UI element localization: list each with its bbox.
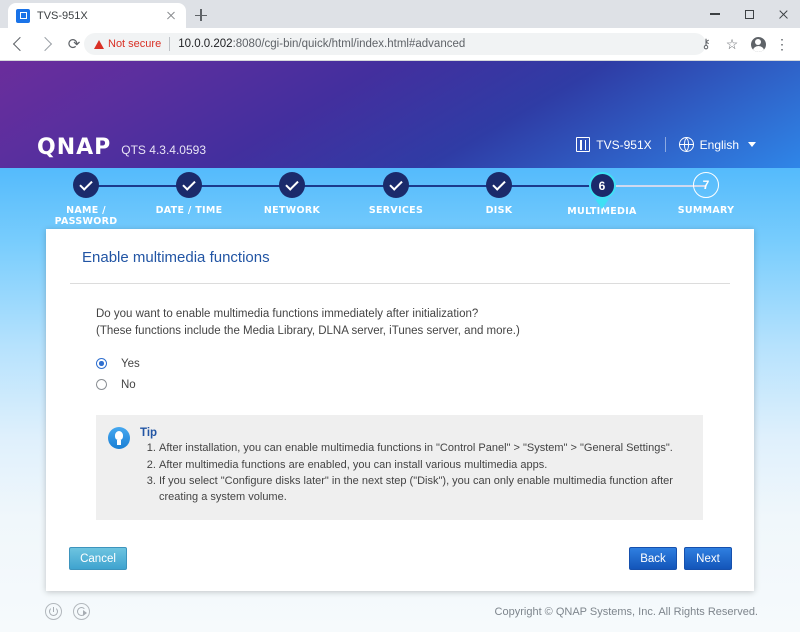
step-circle-5 [486, 172, 512, 198]
question-line-1: Do you want to enable multimedia functio… [96, 308, 479, 320]
step-circle-7: 7 [693, 172, 719, 198]
address-bar[interactable]: Not secure 10.0.0.202:8080/cgi-bin/quick… [84, 33, 706, 55]
back-button[interactable]: Back [629, 547, 677, 570]
reload-icon[interactable]: ⟳ [62, 32, 86, 56]
tip-content: Tip After installation, you can enable m… [140, 427, 691, 506]
step-label-4: SERVICES [368, 205, 424, 216]
qnap-logo: QNAP [37, 135, 112, 160]
step-pointer-icon [595, 199, 609, 209]
chevron-down-icon[interactable] [748, 142, 756, 147]
security-status-label: Not secure [108, 38, 162, 50]
lightbulb-icon [108, 427, 130, 449]
nas-model-label: TVS-951X [596, 137, 652, 152]
profile-avatar-icon[interactable] [748, 34, 768, 54]
check-icon [285, 176, 299, 191]
step-circle-2 [176, 172, 202, 198]
url-text: 10.0.0.202:8080/cgi-bin/quick/html/index… [178, 38, 465, 50]
check-icon [79, 176, 93, 191]
cancel-button[interactable]: Cancel [69, 547, 127, 570]
tip-item: After installation, you can enable multi… [159, 441, 691, 457]
step-circle-6: 6 [588, 172, 616, 209]
sidebar-item-date-time[interactable]: DATE / TIME [137, 169, 241, 216]
page-content: QNAP QTS 4.3.4.0593 TVS-951X English NAM… [0, 61, 800, 632]
sidebar-item-services[interactable]: SERVICES [344, 169, 448, 216]
omnibox-divider [169, 37, 171, 51]
setup-stepper: NAME / PASSWORD DATE / TIME NETWORK SERV… [0, 169, 800, 227]
step-label-1: NAME / PASSWORD [54, 205, 118, 227]
url-path: :8080/cgi-bin/quick/html/index.html#adva… [232, 38, 466, 50]
key-glyph: ⚷ [701, 36, 711, 51]
radio-yes-label: Yes [121, 357, 140, 370]
copyright-text: Copyright © QNAP Systems, Inc. All Right… [494, 606, 758, 618]
step-circle-4 [383, 172, 409, 198]
check-icon [492, 176, 506, 191]
multimedia-radio-group: Yes No [96, 355, 718, 393]
bookmark-star-icon[interactable]: ☆ [722, 34, 742, 54]
brand: QNAP QTS 4.3.4.0593 [37, 135, 206, 160]
sidebar-item-network[interactable]: NETWORK [240, 169, 344, 216]
radio-option-yes[interactable]: Yes [96, 355, 718, 372]
reload-glyph: ⟳ [67, 35, 81, 53]
forward-arrow-icon[interactable] [34, 32, 58, 56]
tip-box: Tip After installation, you can enable m… [96, 415, 703, 520]
menu-glyph: ⋮ [775, 35, 789, 52]
star-glyph: ☆ [725, 35, 739, 52]
maximize-icon[interactable] [732, 0, 766, 28]
qnap-header: QNAP QTS 4.3.4.0593 TVS-951X English [0, 61, 800, 168]
step-circle-3 [279, 172, 305, 198]
header-divider [664, 137, 666, 152]
tip-heading: Tip [140, 427, 158, 439]
minimize-icon[interactable] [698, 0, 732, 28]
three-dot-menu-icon[interactable]: ⋮ [772, 34, 792, 54]
back-arrow-icon[interactable] [6, 32, 30, 56]
browser-tab-title: TVS-951X [37, 9, 88, 22]
qts-version-label: QTS 4.3.4.0593 [121, 143, 206, 157]
card-footer: Cancel Back Next [46, 529, 754, 591]
sidebar-item-name-password[interactable]: NAME / PASSWORD [34, 169, 138, 227]
browser-tab[interactable]: TVS-951X [8, 3, 186, 28]
restart-icon[interactable] [73, 603, 90, 620]
power-icon[interactable] [45, 603, 62, 620]
tip-item: After multimedia functions are enabled, … [159, 458, 691, 474]
globe-icon [678, 137, 694, 152]
step-label-3: NETWORK [263, 205, 321, 216]
wizard-card: Enable multimedia functions Do you want … [46, 229, 754, 591]
page-title: Enable multimedia functions [82, 249, 270, 266]
page-footer: Copyright © QNAP Systems, Inc. All Right… [0, 588, 800, 632]
radio-no-label: No [121, 378, 136, 391]
tip-item: If you select "Configure disks later" in… [159, 474, 691, 505]
warning-triangle-icon [94, 39, 104, 49]
tip-list: After installation, you can enable multi… [140, 441, 691, 505]
radio-yes-input[interactable] [96, 358, 107, 369]
header-right: TVS-951X English [576, 137, 756, 152]
nas-favicon-icon [16, 8, 30, 23]
question-line-2: (These functions include the Media Libra… [96, 325, 520, 337]
url-host: 10.0.0.202 [178, 38, 233, 50]
app-root: TVS-951X ⟳ Not secure 10.0.0.202:8080/cg… [0, 0, 800, 632]
step-number-7: 7 [702, 178, 710, 192]
sidebar-item-disk[interactable]: DISK [447, 169, 551, 216]
close-icon[interactable] [164, 9, 178, 23]
plus-icon[interactable] [192, 6, 210, 24]
step-label-5: DISK [485, 205, 513, 216]
radio-option-no[interactable]: No [96, 376, 718, 393]
sidebar-item-multimedia[interactable]: 6 MULTIMEDIA [550, 169, 654, 217]
step-circle-1 [73, 172, 99, 198]
card-body: Do you want to enable multimedia functio… [46, 284, 754, 520]
step-label-7: SUMMARY [677, 205, 735, 216]
step-number-6: 6 [598, 178, 606, 193]
browser-toolbar: ⟳ Not secure 10.0.0.202:8080/cgi-bin/qui… [0, 28, 800, 61]
next-button[interactable]: Next [684, 547, 732, 570]
nas-model-icon [576, 137, 591, 152]
check-icon [182, 176, 196, 191]
key-icon[interactable]: ⚷ [696, 34, 716, 54]
language-label: English [699, 137, 739, 152]
step-label-2: DATE / TIME [155, 205, 223, 216]
check-icon [389, 176, 403, 191]
radio-no-input[interactable] [96, 379, 107, 390]
browser-tab-strip: TVS-951X [0, 0, 800, 28]
window-close-icon[interactable] [766, 0, 800, 28]
sidebar-item-summary[interactable]: 7 SUMMARY [654, 169, 758, 216]
